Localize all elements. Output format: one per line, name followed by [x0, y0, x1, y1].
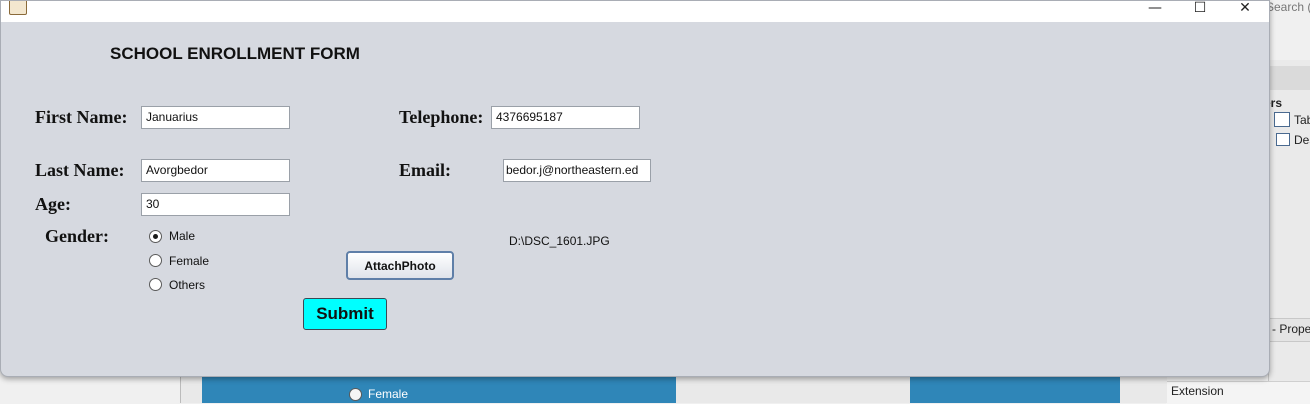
gender-label-male: Male	[169, 229, 196, 243]
gender-label-others: Others	[169, 278, 206, 292]
gender-radio-male[interactable]	[149, 230, 162, 243]
maximize-button[interactable]: ☐	[1178, 1, 1222, 15]
background-right-header	[1268, 66, 1310, 90]
age-field[interactable]: 30	[141, 193, 290, 216]
last-name-field[interactable]: Avorgbedor	[141, 159, 290, 182]
background-blue-panel-right	[910, 375, 1120, 403]
submit-button[interactable]: Submit	[303, 298, 387, 330]
close-button[interactable]: ✕	[1223, 1, 1267, 15]
email-field[interactable]: bedor.j@northeastern.ed	[503, 159, 651, 182]
title-bar: — ☐ ✕	[1, 1, 1269, 22]
background-female-label: Female	[368, 387, 409, 401]
java-app-icon	[9, 1, 27, 15]
background-panel-item-tab[interactable]: Tab	[1294, 113, 1310, 127]
enrollment-window: — ☐ ✕ SCHOOL ENROLLMENT FORM First Name:…	[0, 0, 1270, 377]
email-label: Email:	[399, 160, 451, 180]
form-title: SCHOOL ENROLLMENT FORM	[110, 44, 360, 63]
table-icon	[1274, 112, 1290, 127]
gender-label: Gender:	[45, 226, 109, 246]
photo-path-text: D:\DSC_1601.JPG	[509, 234, 610, 248]
minimize-button[interactable]: —	[1133, 1, 1177, 15]
gender-radio-others[interactable]	[149, 278, 162, 291]
age-label: Age:	[35, 194, 71, 214]
gender-label-female: Female	[169, 254, 210, 268]
telephone-label: Telephone:	[399, 107, 484, 127]
background-female-radio[interactable]	[349, 388, 362, 401]
attach-photo-button[interactable]: AttachPhoto	[346, 251, 454, 280]
radio-selected-dot	[153, 234, 158, 239]
background-properties-label: - Prope	[1272, 322, 1310, 336]
background-search-text[interactable]: Search (	[1266, 0, 1310, 14]
first-name-field[interactable]: Januarius	[141, 106, 290, 129]
gender-radio-female[interactable]	[149, 254, 162, 267]
last-name-label: Last Name:	[35, 160, 125, 180]
first-name-label: First Name:	[35, 107, 128, 127]
background-panel-item-des[interactable]: Des	[1294, 133, 1310, 147]
background-extension-label: Extension	[1171, 384, 1224, 398]
desktop-pane-icon	[1276, 133, 1290, 146]
background-blue-panel-left	[202, 375, 676, 403]
telephone-field[interactable]: 4376695187	[491, 106, 640, 129]
